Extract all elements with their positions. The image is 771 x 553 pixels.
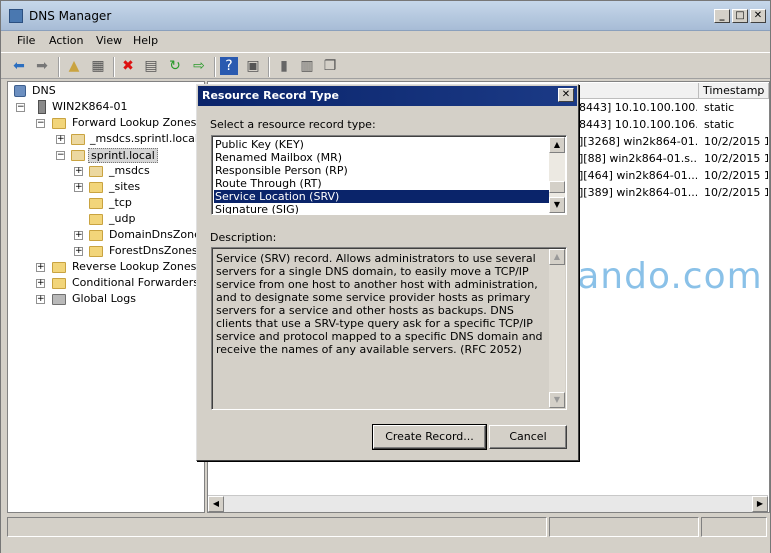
up-folder-icon[interactable]: ▲ <box>65 57 83 75</box>
expand-icon[interactable]: + <box>56 135 65 144</box>
scroll-right-arrow[interactable]: ▶ <box>752 496 768 512</box>
record-timestamp: 10/2/2015 1( <box>704 152 768 165</box>
scroll-down-arrow[interactable]: ▼ <box>549 197 565 213</box>
expand-icon[interactable]: + <box>74 167 83 176</box>
copy-icon[interactable]: ❐ <box>321 57 339 75</box>
collapse-icon[interactable]: − <box>16 103 25 112</box>
menu-help[interactable]: Help <box>133 34 158 47</box>
folder-icon <box>89 182 103 193</box>
maximize-button[interactable]: □ <box>732 9 748 23</box>
console-icon[interactable]: ▣ <box>244 57 262 75</box>
expand-icon[interactable]: + <box>36 279 45 288</box>
record-data[interactable]: ][88] win2k864-01.s.... <box>579 152 697 165</box>
record-data[interactable]: 8443] 10.10.100.106. <box>579 118 697 131</box>
expand-icon[interactable]: + <box>36 295 45 304</box>
expand-icon[interactable]: + <box>74 247 83 256</box>
show-tree-icon[interactable]: ▦ <box>89 57 107 75</box>
list-item-selected[interactable]: Service Location (SRV) <box>214 190 550 203</box>
minimize-button[interactable]: _ <box>714 9 730 23</box>
title-bar[interactable]: DNS Manager _ □ ✕ <box>1 1 770 31</box>
horizontal-scrollbar[interactable]: ◀ ▶ <box>208 495 768 512</box>
column-header-timestamp[interactable]: Timestamp <box>699 83 769 99</box>
record-data[interactable]: ][3268] win2k864-01.... <box>579 135 697 148</box>
record-timestamp: 10/2/2015 1( <box>704 169 768 182</box>
dns-manager-window: DNS Manager _ □ ✕ File Action View Help … <box>0 0 771 553</box>
description-label: Description: <box>210 231 277 244</box>
zone-icon <box>89 166 103 177</box>
scroll-up-arrow[interactable]: ▲ <box>549 137 565 153</box>
list-item[interactable]: Route Through (RT) <box>214 177 550 190</box>
expand-icon[interactable]: + <box>36 263 45 272</box>
expand-icon[interactable]: + <box>74 183 83 192</box>
record-type-listbox[interactable]: Public Key (KEY) Renamed Mailbox (MR) Re… <box>211 135 567 215</box>
back-icon[interactable]: ⬅ <box>10 57 28 75</box>
record-data[interactable]: ][389] win2k864-01.... <box>579 186 697 199</box>
folder-icon <box>52 262 66 273</box>
properties-icon[interactable]: ▤ <box>142 57 160 75</box>
resource-record-type-dialog: Resource Record Type ✕ Select a resource… <box>196 84 579 461</box>
window-title: DNS Manager <box>29 9 112 23</box>
description-box: Service (SRV) record. Allows administrat… <box>211 247 567 410</box>
record-timestamp: 10/2/2015 1( <box>704 135 768 148</box>
list-item[interactable]: Renamed Mailbox (MR) <box>214 151 550 164</box>
folder-icon <box>52 278 66 289</box>
folder-icon <box>89 230 103 241</box>
zone-icon <box>71 150 85 161</box>
dialog-close-button[interactable]: ✕ <box>558 88 574 102</box>
scroll-thumb[interactable] <box>549 181 565 193</box>
folder-icon <box>52 118 66 129</box>
server-icon[interactable]: ▮ <box>275 57 293 75</box>
server-icon <box>38 100 46 114</box>
record-timestamp: static <box>704 118 735 131</box>
folder-icon <box>89 198 103 209</box>
collapse-icon[interactable]: − <box>56 151 65 160</box>
scroll-down-arrow[interactable]: ▼ <box>549 392 565 408</box>
folder-icon <box>89 246 103 257</box>
listbox-scrollbar[interactable]: ▲ ▼ <box>549 137 565 213</box>
zone-icon <box>71 134 85 145</box>
menu-view[interactable]: View <box>96 34 122 47</box>
close-window-button[interactable]: ✕ <box>750 9 766 23</box>
record-data[interactable]: 8443] 10.10.100.100. <box>579 101 697 114</box>
record-timestamp: 10/2/2015 1( <box>704 186 768 199</box>
delete-icon[interactable]: ✖ <box>119 57 137 75</box>
list-item[interactable]: Public Key (KEY) <box>214 138 550 151</box>
list-item[interactable]: Signature (SIG) <box>214 203 550 214</box>
scroll-left-arrow[interactable]: ◀ <box>208 496 224 512</box>
toolbar: ⬅ ➡ ▲ ▦ ✖ ▤ ↻ ⇨ ? ▣ ▮ ▥ ❐ <box>1 52 770 79</box>
description-scrollbar[interactable]: ▲ ▼ <box>549 249 565 408</box>
collapse-icon[interactable]: − <box>36 119 45 128</box>
list-item[interactable]: Responsible Person (RP) <box>214 164 550 177</box>
record-timestamp: static <box>704 101 735 114</box>
cancel-button[interactable]: Cancel <box>489 425 567 449</box>
forward-icon[interactable]: ➡ <box>33 57 51 75</box>
description-text: Service (SRV) record. Allows administrat… <box>216 252 543 356</box>
record-data[interactable]: ][464] win2k864-01.... <box>579 169 697 182</box>
scroll-up-arrow[interactable]: ▲ <box>549 249 565 265</box>
create-record-button[interactable]: Create Record... <box>372 424 487 450</box>
folder-icon <box>89 214 103 225</box>
menu-action[interactable]: Action <box>49 34 83 47</box>
list-icon[interactable]: ▥ <box>298 57 316 75</box>
log-icon <box>52 294 66 305</box>
tree-pane[interactable]: DNS − WIN2K864-01 − Forward Lookup Zones… <box>7 81 207 513</box>
status-bar <box>1 515 770 553</box>
help-icon[interactable]: ? <box>220 57 238 75</box>
column-header-data[interactable] <box>579 83 699 99</box>
dns-icon <box>14 85 26 97</box>
select-record-label: Select a resource record type: <box>210 118 376 131</box>
dns-app-icon <box>9 9 23 23</box>
menu-file[interactable]: File <box>17 34 35 47</box>
menu-bar: File Action View Help <box>1 31 770 51</box>
export-icon[interactable]: ⇨ <box>190 57 208 75</box>
dialog-title[interactable]: Resource Record Type <box>198 86 577 106</box>
refresh-icon[interactable]: ↻ <box>166 57 184 75</box>
expand-icon[interactable]: + <box>74 231 83 240</box>
